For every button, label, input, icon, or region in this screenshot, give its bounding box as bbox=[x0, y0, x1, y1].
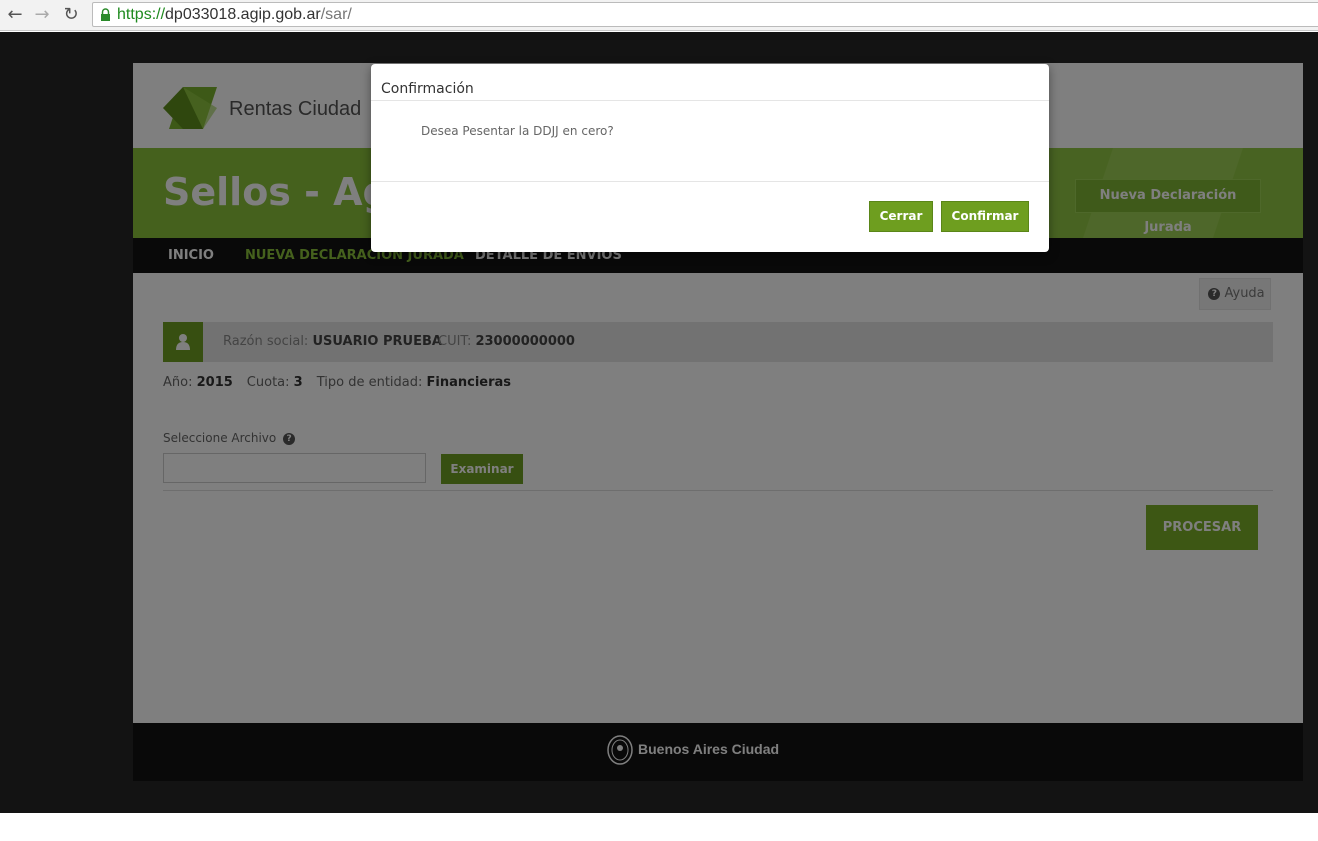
back-arrow-icon[interactable]: ← bbox=[4, 4, 26, 26]
dialog-message: Desea Pesentar la DDJJ en cero? bbox=[421, 124, 614, 138]
url-text: https://dp033018.agip.gob.ar/sar/ bbox=[117, 6, 352, 24]
url-host: dp033018.agip.gob.ar bbox=[165, 6, 321, 23]
forward-arrow-icon[interactable]: → bbox=[31, 4, 53, 26]
lock-icon bbox=[101, 8, 110, 21]
url-scheme: https:// bbox=[117, 6, 166, 23]
confirmation-dialog: Confirmación Desea Pesentar la DDJJ en c… bbox=[371, 64, 1049, 252]
dialog-header-divider bbox=[371, 100, 1049, 101]
browser-toolbar: ← → ↻ https://dp033018.agip.gob.ar/sar/ bbox=[0, 0, 1318, 31]
dialog-title: Confirmación bbox=[381, 81, 474, 97]
cerrar-button[interactable]: Cerrar bbox=[869, 201, 933, 232]
dialog-footer-divider bbox=[371, 181, 1049, 182]
address-bar[interactable]: https://dp033018.agip.gob.ar/sar/ bbox=[92, 2, 1318, 27]
reload-icon[interactable]: ↻ bbox=[60, 4, 82, 26]
confirmar-button[interactable]: Confirmar bbox=[941, 201, 1029, 232]
url-path: /sar/ bbox=[320, 6, 352, 23]
